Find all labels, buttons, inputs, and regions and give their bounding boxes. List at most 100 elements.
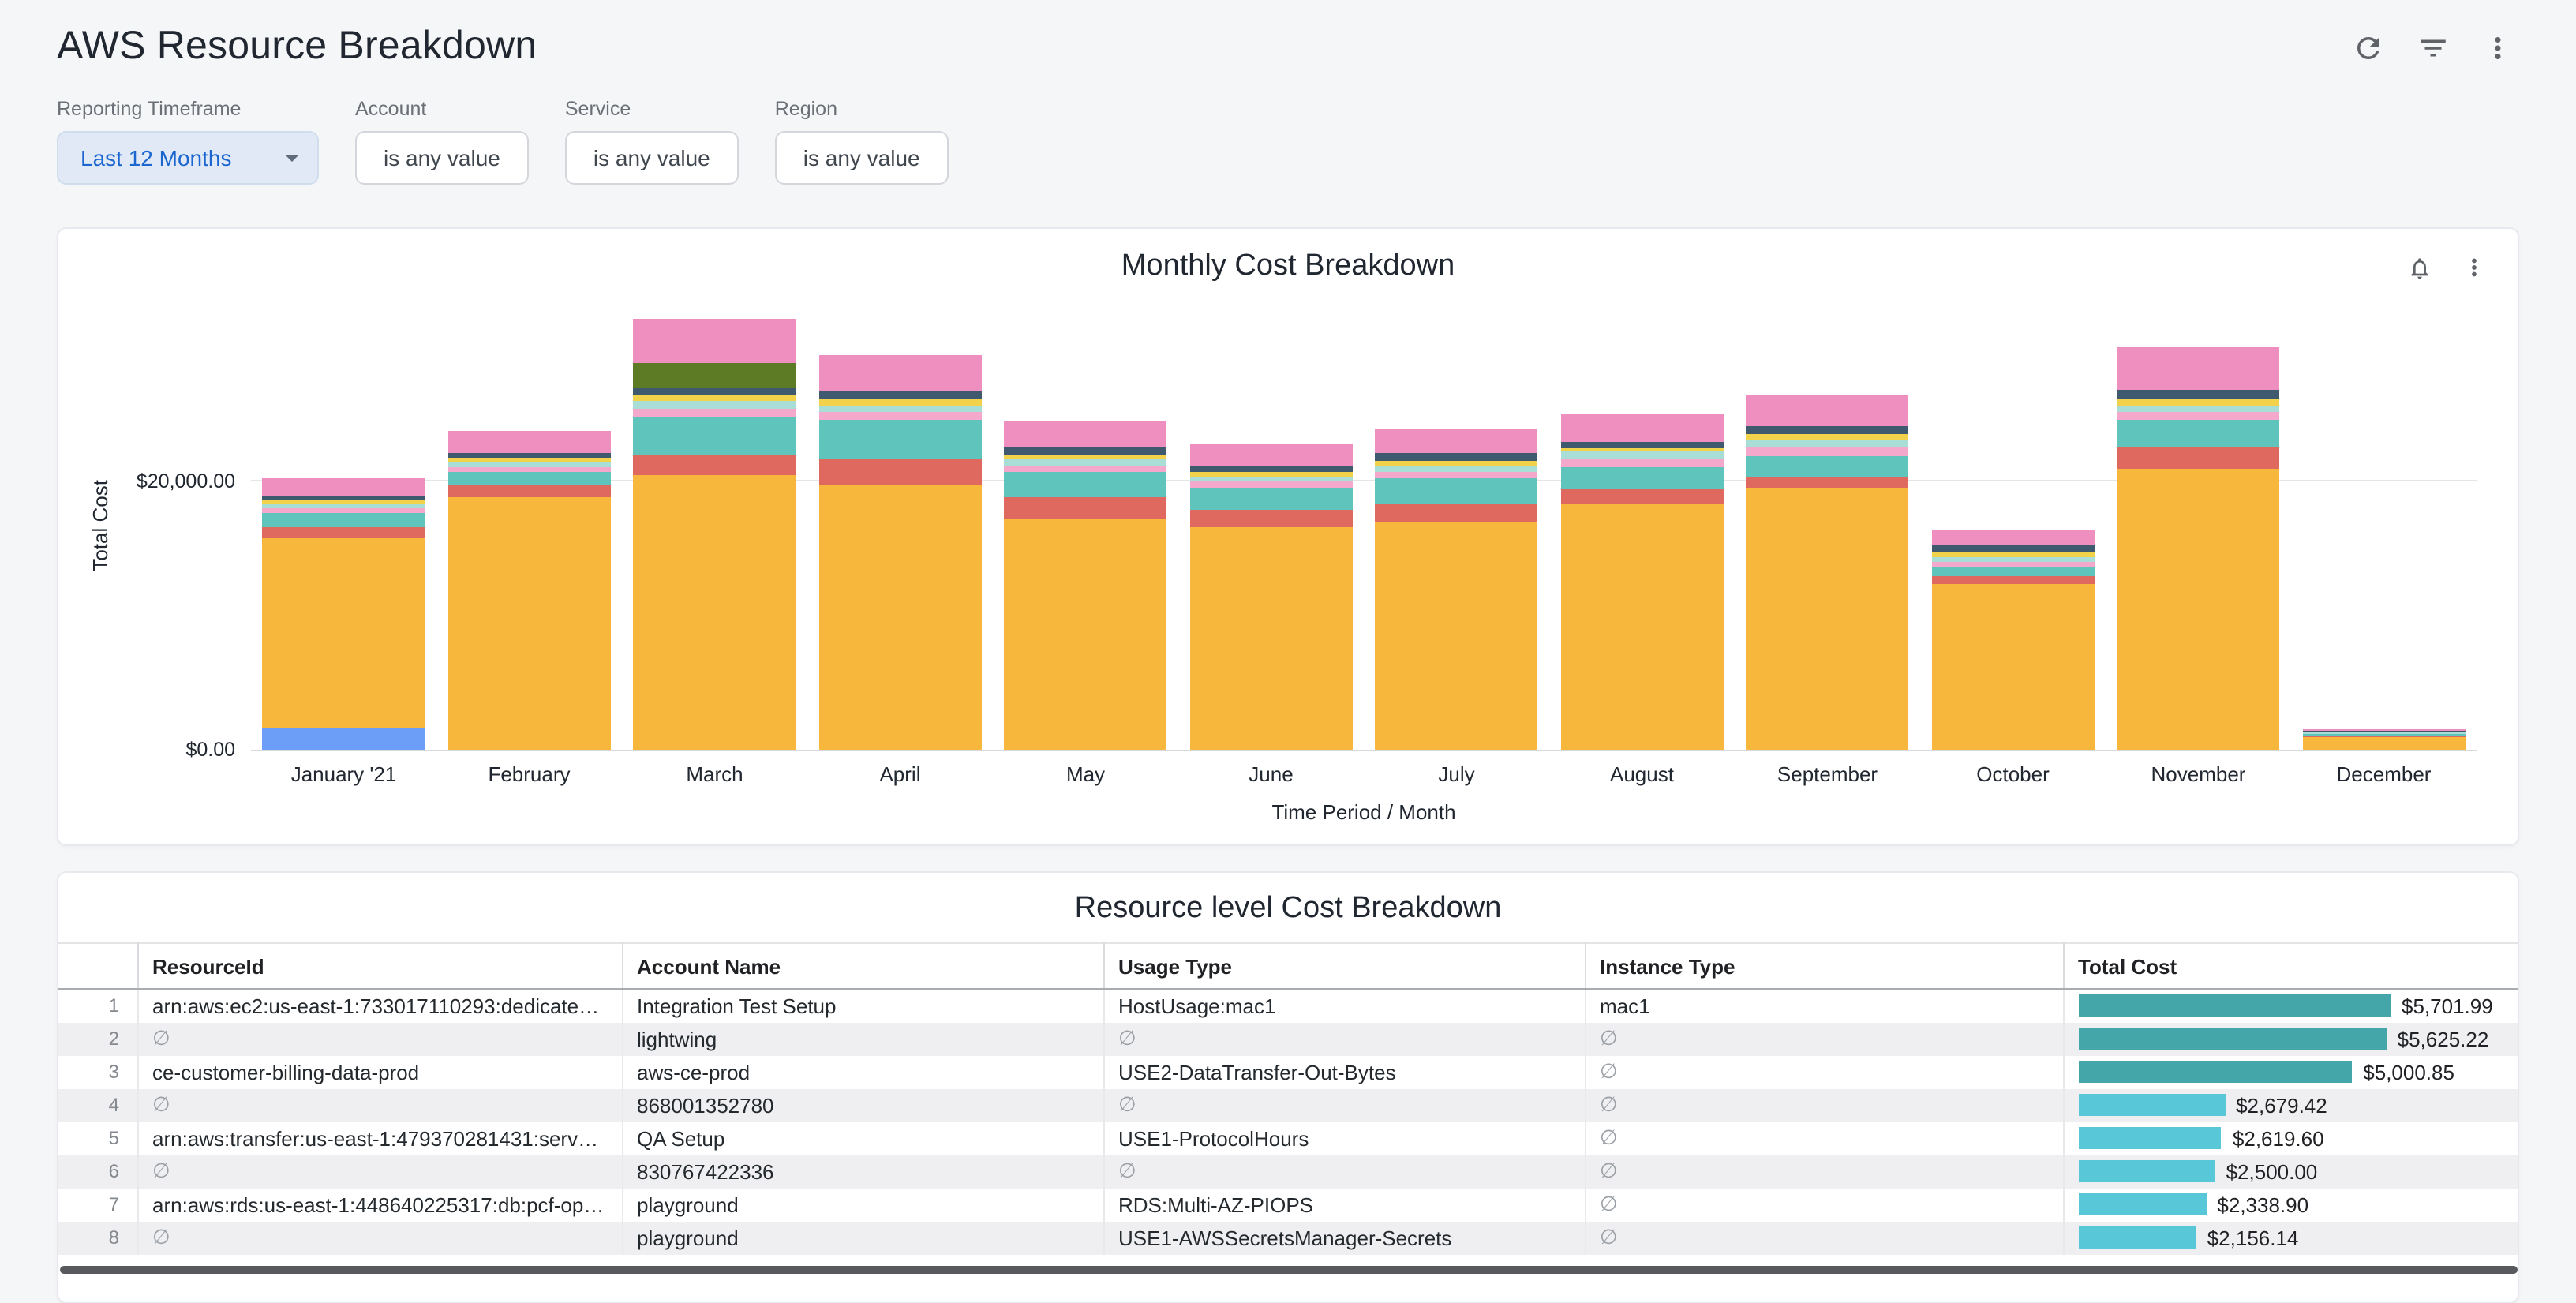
table-row[interactable]: 7arn:aws:rds:us-east-1:448640225317:db:p… [58,1188,2518,1221]
cell-usage-type[interactable]: RDS:Multi-AZ-PIOPS [1103,1188,1585,1221]
stacked-bar-12[interactable] [2302,729,2466,750]
chart-more-options-button[interactable] [2456,249,2492,286]
bar-segment-segment-navy[interactable] [1931,545,2095,552]
bar-segment-segment-teal[interactable] [1189,489,1353,510]
bar-segment-segment-mint[interactable] [818,405,982,412]
bar-segment-segment-red[interactable] [1931,577,2095,584]
cell-usage-type[interactable]: ∅ [1103,1088,1585,1121]
table-row[interactable]: 2∅lightwing∅∅$5,625.22 [58,1022,2518,1055]
bar-segment-segment-amber[interactable] [1375,523,1538,750]
table-row[interactable]: 3ce-customer-billing-data-prodaws-ce-pro… [58,1055,2518,1088]
bar-segment-segment-navy[interactable] [447,453,611,459]
column-header-total-cost[interactable]: Total Cost [2063,943,2518,989]
bar-segment-segment-red[interactable] [818,460,982,485]
cell-resource-id[interactable]: ∅ [137,1022,622,1055]
cell-usage-type[interactable]: USE1-AWSSecretsManager-Secrets [1103,1221,1585,1254]
cell-total-cost[interactable]: $2,338.90 [2063,1188,2518,1221]
stacked-bar-6[interactable] [1189,443,1353,750]
cell-resource-id[interactable]: arn:aws:ec2:us-east-1:733017110293:dedic… [137,989,622,1022]
bar-segment-segment-yellow[interactable] [818,399,982,405]
bar-segment-segment-pink-light[interactable] [1189,482,1353,489]
bar-segment-segment-mint[interactable] [633,401,796,408]
table-row[interactable]: 8∅playgroundUSE1-AWSSecretsManager-Secre… [58,1221,2518,1254]
bar-segment-segment-amber[interactable] [2302,738,2466,750]
bar-segment-segment-red[interactable] [447,484,611,497]
stacked-bar-11[interactable] [2117,348,2280,750]
bar-segment-segment-blue[interactable] [262,728,425,750]
bar-segment-segment-red[interactable] [1004,497,1167,519]
bar-segment-segment-pink-light[interactable] [633,408,796,417]
stacked-bar-9[interactable] [1746,395,1909,750]
cell-account-name[interactable]: playground [622,1221,1103,1254]
cell-resource-id[interactable]: arn:aws:rds:us-east-1:448640225317:db:pc… [137,1188,622,1221]
bar-segment-segment-pink-light[interactable] [1560,459,1724,466]
bar-segment-segment-pink-light[interactable] [1746,447,1909,456]
more-options-button[interactable] [2477,27,2519,69]
cell-account-name[interactable]: aws-ce-prod [622,1055,1103,1088]
cell-usage-type[interactable]: HostUsage:mac1 [1103,989,1585,1022]
stacked-bar-3[interactable] [633,320,796,750]
cell-instance-type[interactable]: ∅ [1585,1188,2063,1221]
cell-instance-type[interactable]: mac1 [1585,989,2063,1022]
cell-usage-type[interactable]: USE2-DataTransfer-Out-Bytes [1103,1055,1585,1088]
refresh-button[interactable] [2347,27,2390,69]
bar-segment-segment-pink-light[interactable] [818,412,982,419]
bar-segment-segment-pink[interactable] [2117,348,2280,391]
timeframe-dropdown[interactable]: Last 12 Months [57,131,319,185]
bar-segment-segment-amber[interactable] [2117,468,2280,750]
bar-segment-segment-pink[interactable] [1746,395,1909,425]
bar-segment-segment-amber[interactable] [447,497,611,750]
bar-segment-segment-navy[interactable] [1560,442,1724,448]
bar-segment-segment-pink[interactable] [447,432,611,453]
bar-segment-segment-pink[interactable] [262,477,425,495]
cell-total-cost[interactable]: $2,679.42 [2063,1088,2518,1121]
bar-segment-segment-amber[interactable] [262,537,425,728]
table-row[interactable]: 6∅830767422336∅∅$2,500.00 [58,1155,2518,1188]
cell-instance-type[interactable]: ∅ [1585,1155,2063,1188]
cell-account-name[interactable]: QA Setup [622,1121,1103,1155]
column-header-resourceid[interactable]: ResourceId [137,943,622,989]
bar-segment-segment-mint[interactable] [1189,476,1353,482]
cell-instance-type[interactable]: ∅ [1585,1121,2063,1155]
dashboard-filters-button[interactable] [2412,27,2454,69]
cell-total-cost[interactable]: $2,619.60 [2063,1121,2518,1155]
column-header-account-name[interactable]: Account Name [622,943,1103,989]
stacked-bar-7[interactable] [1375,429,1538,750]
cell-resource-id[interactable]: ∅ [137,1155,622,1188]
bar-segment-segment-pink[interactable] [1931,530,2095,545]
bar-segment-segment-pink[interactable] [818,354,982,392]
bar-segment-segment-yellow[interactable] [1746,434,1909,440]
stacked-bar-5[interactable] [1004,421,1167,750]
cell-resource-id[interactable]: ce-customer-billing-data-prod [137,1055,622,1088]
bar-segment-segment-amber[interactable] [1189,527,1353,750]
bar-segment-segment-pink[interactable] [1004,421,1167,447]
bar-segment-segment-mint[interactable] [1004,459,1167,466]
bar-segment-segment-red[interactable] [633,455,796,475]
bar-segment-segment-red[interactable] [2117,447,2280,468]
cell-total-cost[interactable]: $5,701.99 [2063,989,2518,1022]
bar-segment-segment-teal[interactable] [1931,567,2095,577]
cell-resource-id[interactable]: arn:aws:transfer:us-east-1:479370281431:… [137,1121,622,1155]
stacked-bar-10[interactable] [1931,530,2095,750]
cell-instance-type[interactable]: ∅ [1585,1221,2063,1254]
service-filter-button[interactable]: is any value [565,131,739,185]
bar-segment-segment-teal[interactable] [2117,420,2280,447]
cell-account-name[interactable]: 868001352780 [622,1088,1103,1121]
cell-account-name[interactable]: lightwing [622,1022,1103,1055]
cell-resource-id[interactable]: ∅ [137,1088,622,1121]
bar-segment-segment-navy[interactable] [1375,454,1538,461]
bar-segment-segment-mint[interactable] [1560,452,1724,459]
bar-segment-segment-pink-light[interactable] [1004,466,1167,473]
bar-segment-segment-teal[interactable] [818,420,982,460]
bar-segment-segment-red[interactable] [1189,510,1353,527]
account-filter-button[interactable]: is any value [355,131,529,185]
bar-segment-segment-navy[interactable] [633,388,796,395]
bar-segment-segment-pink-light[interactable] [1375,471,1538,478]
alerts-button[interactable] [2402,250,2437,285]
bar-segment-segment-pink-light[interactable] [2117,412,2280,419]
bar-segment-segment-teal[interactable] [262,514,425,527]
bar-segment-segment-navy[interactable] [1189,466,1353,472]
bar-segment-segment-amber[interactable] [1931,583,2095,750]
column-header-instance-type[interactable]: Instance Type [1585,943,2063,989]
bar-segment-segment-mint[interactable] [2117,405,2280,412]
